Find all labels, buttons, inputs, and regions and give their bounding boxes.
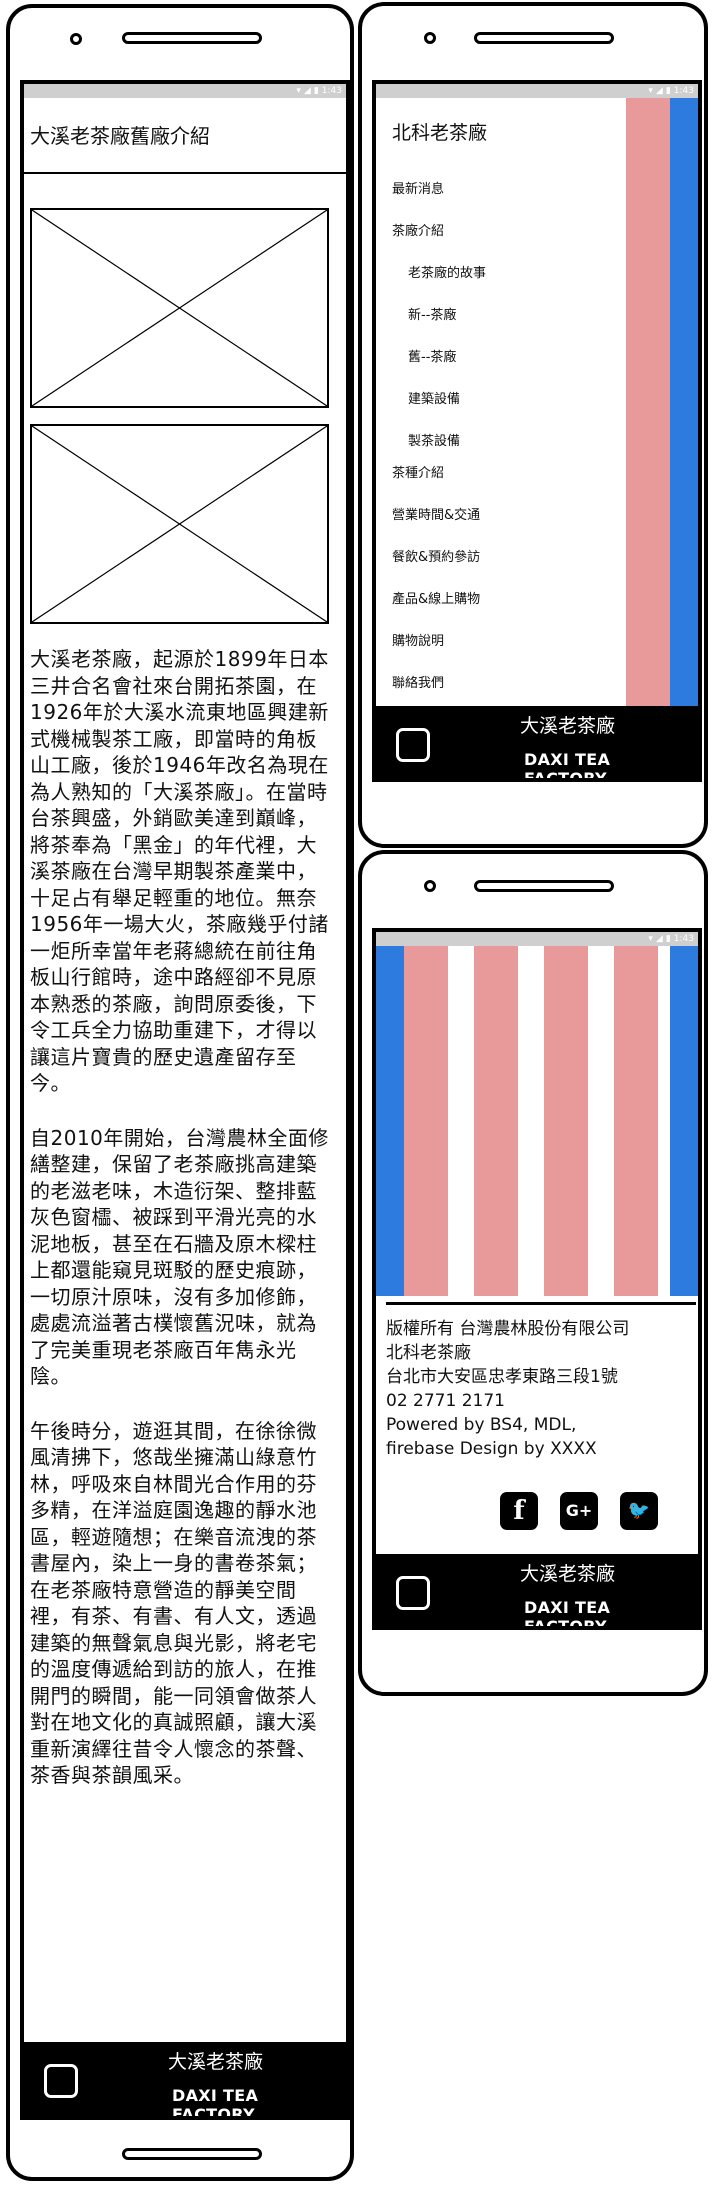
menu-item-building[interactable]: 建築設備: [408, 388, 460, 407]
facebook-icon[interactable]: f: [500, 1492, 538, 1530]
bottom-bar: 大溪老茶廠 DAXI TEA FACTORY: [376, 1554, 698, 1630]
battery-icon: ▮: [665, 934, 671, 944]
status-bar: ▾ ◢ ▮ 1:43: [24, 84, 346, 98]
design-credit-text: firebase Design by XXXX: [386, 1439, 597, 1459]
page-title: 大溪老茶廠舊廠介紹: [24, 98, 346, 174]
menu-item-news[interactable]: 最新消息: [392, 178, 444, 197]
home-icon[interactable]: [44, 2064, 78, 2098]
stripe-pink: [404, 946, 448, 1296]
battery-icon: ▮: [313, 86, 319, 96]
google-plus-icon[interactable]: G+: [560, 1492, 598, 1530]
stripe-blue: [376, 946, 404, 1296]
article-screen: ▾ ◢ ▮ 1:43 大溪老茶廠舊廠介紹 大溪老茶廠，起源於1899年日本三井合名會社…: [20, 80, 350, 2120]
phone-number: 02 2771 2171: [386, 1391, 505, 1411]
article-paragraph: 大溪老茶廠，起源於1899年日本三井合名會社來台開拓茶園，在1926年於大溪水流…: [30, 647, 329, 1095]
signal-icon: ◢: [655, 86, 663, 96]
twitter-icon[interactable]: 🐦: [620, 1492, 658, 1530]
stripe-blue: [670, 946, 698, 1296]
camera-dot: [70, 33, 82, 45]
powered-by-text: Powered by BS4, MDL,: [386, 1415, 577, 1435]
wifi-icon: ▾: [296, 86, 301, 96]
phone-frame-article: ▾ ◢ ▮ 1:43 大溪老茶廠舊廠介紹 大溪老茶廠，起源於1899年日本三井合名會社…: [6, 4, 354, 2181]
drawer-title: 北科老茶廠: [392, 122, 488, 144]
brand-name-zh: 大溪老茶廠: [168, 2051, 264, 2073]
camera-dot: [424, 880, 436, 892]
bottom-bar: 大溪老茶廠 DAXI TEA FACTORY: [24, 2042, 346, 2116]
menu-item-shopping-guide[interactable]: 購物說明: [392, 630, 444, 649]
camera-dot: [424, 32, 436, 44]
menu-item-dining-booking[interactable]: 餐飲&預約參訪: [392, 546, 480, 565]
stripe-banner: [376, 946, 698, 1296]
menu-item-story[interactable]: 老茶廠的故事: [408, 262, 486, 281]
menu-item-tea-equipment[interactable]: 製茶設備: [408, 430, 460, 449]
home-icon[interactable]: [396, 728, 430, 762]
home-icon[interactable]: [396, 1576, 430, 1610]
status-bar: ▾ ◢ ▮ 1:43: [376, 932, 698, 946]
brand-name-zh: 大溪老茶廠: [520, 1563, 616, 1585]
signal-icon: ◢: [655, 934, 663, 944]
footer-info: 版權所有 台灣農林股份有限公司 北科老茶廠 台北市大安區忠孝東路三段1號 02 …: [386, 1302, 696, 1461]
image-placeholder: [30, 424, 329, 624]
menu-item-hours-transport[interactable]: 營業時間&交通: [392, 504, 480, 523]
menu-item-old-factory[interactable]: 舊--茶廠: [408, 346, 456, 365]
status-time: 1:43: [673, 934, 694, 944]
content-stripe-blue: [670, 98, 698, 778]
brand-name-en: DAXI TEA FACTORY: [524, 1598, 611, 1630]
brand-name-zh: 大溪老茶廠: [520, 715, 616, 737]
menu-item-factory-intro[interactable]: 茶廠介紹: [392, 220, 444, 239]
stripe-pink: [614, 946, 658, 1296]
phone-frame-drawer: ▾ ◢ ▮ 1:43 北科老茶廠 最新消息 茶廠介紹 老茶廠的故事 新--茶廠 舊--…: [358, 2, 708, 848]
article-paragraph: 午後時分，遊逛其間，在徐徐微風清拂下，悠哉坐擁滿山綠意竹林，呼吸來自林間光合作用…: [30, 1418, 317, 1788]
wifi-icon: ▾: [648, 934, 653, 944]
speaker-slot: [122, 32, 262, 44]
home-bar: [122, 2148, 262, 2160]
wifi-icon: ▾: [648, 86, 653, 96]
speaker-slot: [474, 880, 614, 892]
bottom-bar: 大溪老茶廠 DAXI TEA FACTORY: [376, 706, 698, 782]
status-time: 1:43: [673, 86, 694, 96]
stripe-pink: [544, 946, 588, 1296]
brand-name-en: DAXI TEA FACTORY: [172, 2086, 259, 2120]
copyright-text: 版權所有 台灣農林股份有限公司: [386, 1319, 630, 1339]
menu-item-contact[interactable]: 聯絡我們: [392, 672, 444, 691]
navigation-drawer: 北科老茶廠 最新消息 茶廠介紹 老茶廠的故事 新--茶廠 舊--茶廠 建築設備 …: [376, 98, 626, 698]
status-bar: ▾ ◢ ▮ 1:43: [376, 84, 698, 98]
content-stripe-pink: [626, 98, 670, 778]
menu-item-products-shop[interactable]: 產品&線上購物: [392, 588, 480, 607]
menu-item-tea-types[interactable]: 茶種介紹: [392, 462, 444, 481]
speaker-slot: [474, 32, 614, 44]
article-paragraph: 自2010年開始，台灣農林全面修繕整建，保留了老茶廠挑高建築的老滋老味，木造衍架…: [30, 1125, 329, 1389]
footer-screen: ▾ ◢ ▮ 1:43 版權所有 台灣農林股份有限公司 北科老茶廠 台北市大安區忠孝東路…: [372, 928, 702, 1630]
brand-name-en: DAXI TEA FACTORY: [524, 750, 611, 782]
signal-icon: ◢: [303, 86, 311, 96]
phone-frame-footer: ▾ ◢ ▮ 1:43 版權所有 台灣農林股份有限公司 北科老茶廠 台北市大安區忠孝東路…: [358, 850, 708, 1696]
menu-item-new-factory[interactable]: 新--茶廠: [408, 304, 456, 323]
article-body: 大溪老茶廠，起源於1899年日本三井合名會社來台開拓茶園，在1926年於大溪水流…: [30, 646, 330, 1817]
battery-icon: ▮: [665, 86, 671, 96]
drawer-screen: ▾ ◢ ▮ 1:43 北科老茶廠 最新消息 茶廠介紹 老茶廠的故事 新--茶廠 舊--…: [372, 80, 702, 782]
site-name: 北科老茶廠: [386, 1343, 471, 1363]
status-time: 1:43: [321, 86, 342, 96]
image-placeholder: [30, 208, 329, 408]
address-text: 台北市大安區忠孝東路三段1號: [386, 1367, 618, 1387]
stripe-pink: [474, 946, 518, 1296]
